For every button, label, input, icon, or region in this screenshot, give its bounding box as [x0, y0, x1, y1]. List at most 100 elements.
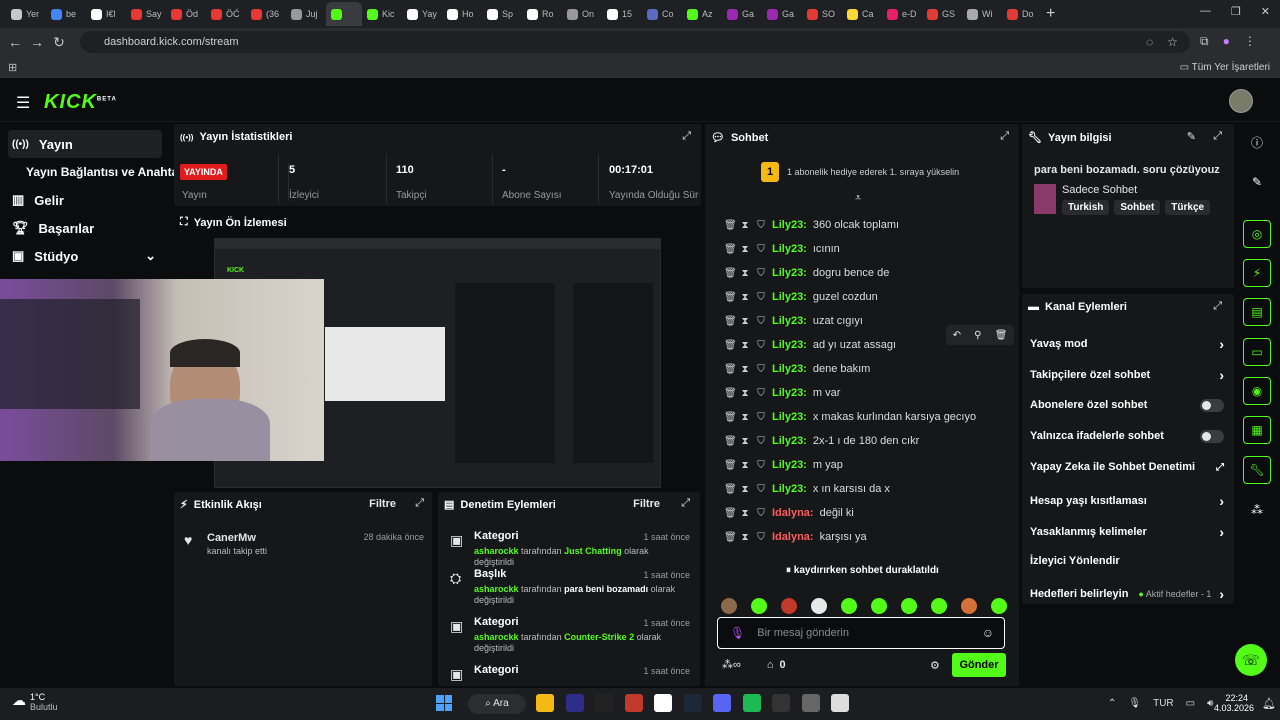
- category-name[interactable]: Sadece Sohbet: [1062, 184, 1137, 196]
- taskbar-search[interactable]: ⌕ Ara: [468, 694, 526, 714]
- sidebar-item-basarilar[interactable]: 🏆︎ Başarılar: [0, 214, 170, 242]
- timeout-icon[interactable]: ⧗: [740, 532, 750, 543]
- layout-icon[interactable]: ▦: [1243, 416, 1271, 444]
- edit-icon[interactable]: ✎: [1187, 130, 1196, 143]
- browser-tab[interactable]: Say: [126, 2, 166, 26]
- tag[interactable]: Turkish: [1062, 200, 1110, 215]
- timeout-icon[interactable]: ⧗: [740, 412, 750, 423]
- chat-input[interactable]: 🎙︎ Bir mesaj gönderin ☺: [717, 617, 1005, 649]
- delete-icon[interactable]: 🗑︎: [724, 292, 737, 303]
- sidebar-item-gelir[interactable]: ▥ Gelir: [0, 186, 170, 214]
- reload-icon[interactable]: ↻: [48, 31, 70, 53]
- browser-tab[interactable]: (36: [246, 2, 286, 26]
- clock[interactable]: 22:24 4.03.2026: [1214, 693, 1254, 713]
- browser-tab[interactable]: 15: [602, 2, 642, 26]
- emote-icon[interactable]: [991, 598, 1007, 614]
- delete-icon[interactable]: 🗑︎: [724, 220, 737, 231]
- filter-button[interactable]: Filtre: [633, 498, 660, 510]
- start-button[interactable]: [436, 695, 452, 711]
- chat-message[interactable]: 🗑︎ ⧗ ⛉ Lily23: 2x-1 ı de 180 den cıkr: [724, 433, 919, 449]
- sidebar-item-yayin[interactable]: ((•)) Yayın: [8, 130, 162, 158]
- expand-icon[interactable]: ⤢: [1213, 130, 1222, 143]
- delete-icon[interactable]: 🗑︎: [724, 364, 737, 375]
- timeout-icon[interactable]: ⧗: [740, 508, 750, 519]
- chat-settings-icon[interactable]: ⚙: [930, 659, 940, 672]
- collapse-icon[interactable]: ⩡: [855, 192, 861, 205]
- expand-icon[interactable]: ⤢: [1213, 300, 1222, 313]
- delete-icon[interactable]: 🗑︎: [724, 412, 737, 423]
- close-window-icon[interactable]: ✕: [1261, 5, 1270, 18]
- browser-tab[interactable]: [326, 2, 362, 26]
- language-indicator[interactable]: TUR: [1153, 698, 1174, 709]
- wrench-icon[interactable]: 🔧︎: [1243, 456, 1271, 484]
- info-icon[interactable]: ⓘ: [1243, 128, 1271, 156]
- browser-tab[interactable]: Ga: [722, 2, 762, 26]
- browser-tab[interactable]: GS: [922, 2, 962, 26]
- browser-tab[interactable]: Ro: [522, 2, 562, 26]
- browser-tab[interactable]: On: [562, 2, 602, 26]
- chat-icon[interactable]: ▭: [1243, 338, 1271, 366]
- channel-action[interactable]: Yapay Zeka ile Sohbet Denetimi ⤢: [1030, 461, 1224, 473]
- app-icon[interactable]: [624, 694, 643, 712]
- expand-icon[interactable]: ⤢: [415, 497, 424, 510]
- chat-username[interactable]: Idalyna:: [772, 507, 814, 519]
- channel-action[interactable]: Hedefleri belirleyin ● Aktif hedefler - 1…: [1030, 586, 1224, 602]
- document-icon[interactable]: ▤: [1243, 298, 1271, 326]
- obs-icon[interactable]: [772, 694, 790, 712]
- browser-tab[interactable]: Ga: [762, 2, 802, 26]
- eye-off-icon[interactable]: ◌: [1146, 35, 1153, 49]
- sidebar-item-stream-key[interactable]: Yayın Bağlantısı ve Anahtarı: [0, 158, 186, 186]
- browser-tab[interactable]: ÖĆ: [206, 2, 246, 26]
- maximize-icon[interactable]: ❐: [1231, 5, 1241, 18]
- chat-username[interactable]: Lily23:: [772, 219, 807, 231]
- channel-action[interactable]: İzleyici Yönlendir: [1030, 555, 1224, 567]
- chat-username[interactable]: Lily23:: [772, 435, 807, 447]
- timeout-icon[interactable]: ⧗: [740, 220, 750, 231]
- chat-message[interactable]: 🗑︎ ⧗ ⛉ Lily23: dene bakım: [724, 361, 870, 377]
- delete-icon[interactable]: 🗑︎: [724, 316, 737, 327]
- chat-username[interactable]: Lily23:: [772, 339, 807, 351]
- send-button[interactable]: Gönder: [952, 653, 1006, 677]
- delete-icon[interactable]: 🗑︎: [724, 268, 737, 279]
- all-bookmarks[interactable]: ▭ Tüm Yer İşaretleri: [1180, 62, 1270, 73]
- timeout-icon[interactable]: ⧗: [740, 268, 750, 279]
- support-icon[interactable]: ☏: [1235, 644, 1267, 676]
- emote-icon[interactable]: [751, 598, 767, 614]
- toggle-switch[interactable]: [1200, 398, 1224, 412]
- chat-username[interactable]: Lily23:: [772, 291, 807, 303]
- browser-tab[interactable]: SO: [802, 2, 842, 26]
- profile-icon[interactable]: ●: [1223, 34, 1230, 49]
- store-icon[interactable]: ⌂: [767, 659, 774, 671]
- chat-message[interactable]: 🗑︎ ⧗ ⛉ Lily23: ıcının: [724, 241, 840, 257]
- sidebar-item-studyo[interactable]: ▣ Stüdyo ⌄: [0, 242, 170, 270]
- chat-username[interactable]: Lily23:: [772, 267, 807, 279]
- new-tab-button[interactable]: +: [1046, 5, 1055, 23]
- chat-message[interactable]: 🗑︎ ⧗ ⛉ Lily23: x ın karsısı da x: [724, 481, 890, 497]
- delete-icon[interactable]: 🗑︎: [995, 330, 1008, 341]
- expand-icon[interactable]: ⤢: [681, 497, 690, 510]
- timeout-icon[interactable]: ⧗: [740, 388, 750, 399]
- capcut-icon[interactable]: [595, 694, 613, 712]
- back-icon[interactable]: ←: [4, 31, 26, 53]
- browser-tab[interactable]: I€l: [86, 2, 126, 26]
- expand-icon[interactable]: ⤢: [1000, 130, 1009, 143]
- delete-icon[interactable]: 🗑︎: [724, 244, 737, 255]
- weather-widget[interactable]: ☁ 1°C Bulutlu: [12, 692, 58, 712]
- chat-message[interactable]: 🗑︎ ⧗ ⛉ Lily23: ad yı uzat assagı: [724, 337, 896, 353]
- menu-dots-icon[interactable]: ⋮: [1244, 34, 1256, 49]
- delete-icon[interactable]: 🗑︎: [724, 340, 737, 351]
- delete-icon[interactable]: 🗑︎: [724, 508, 737, 519]
- delete-icon[interactable]: 🗑︎: [724, 484, 737, 495]
- browser-tab[interactable]: Yay: [402, 2, 442, 26]
- emote-icon[interactable]: [841, 598, 857, 614]
- hamburger-menu-icon[interactable]: ☰: [16, 93, 30, 113]
- browser-tab[interactable]: Juj: [286, 2, 326, 26]
- delete-icon[interactable]: 🗑︎: [724, 532, 737, 543]
- subscriber-banner[interactable]: 1 1 abonelik hediye ederek 1. sıraya yük…: [761, 162, 959, 182]
- chat-username[interactable]: Lily23:: [772, 363, 807, 375]
- chat-username[interactable]: Idalyna:: [772, 531, 814, 543]
- browser-tab[interactable]: Ho: [442, 2, 482, 26]
- timeout-icon[interactable]: ⧗: [740, 340, 750, 351]
- microphone-icon[interactable]: 🎙︎: [1128, 698, 1141, 709]
- broadcast-icon[interactable]: ◉: [1243, 377, 1271, 405]
